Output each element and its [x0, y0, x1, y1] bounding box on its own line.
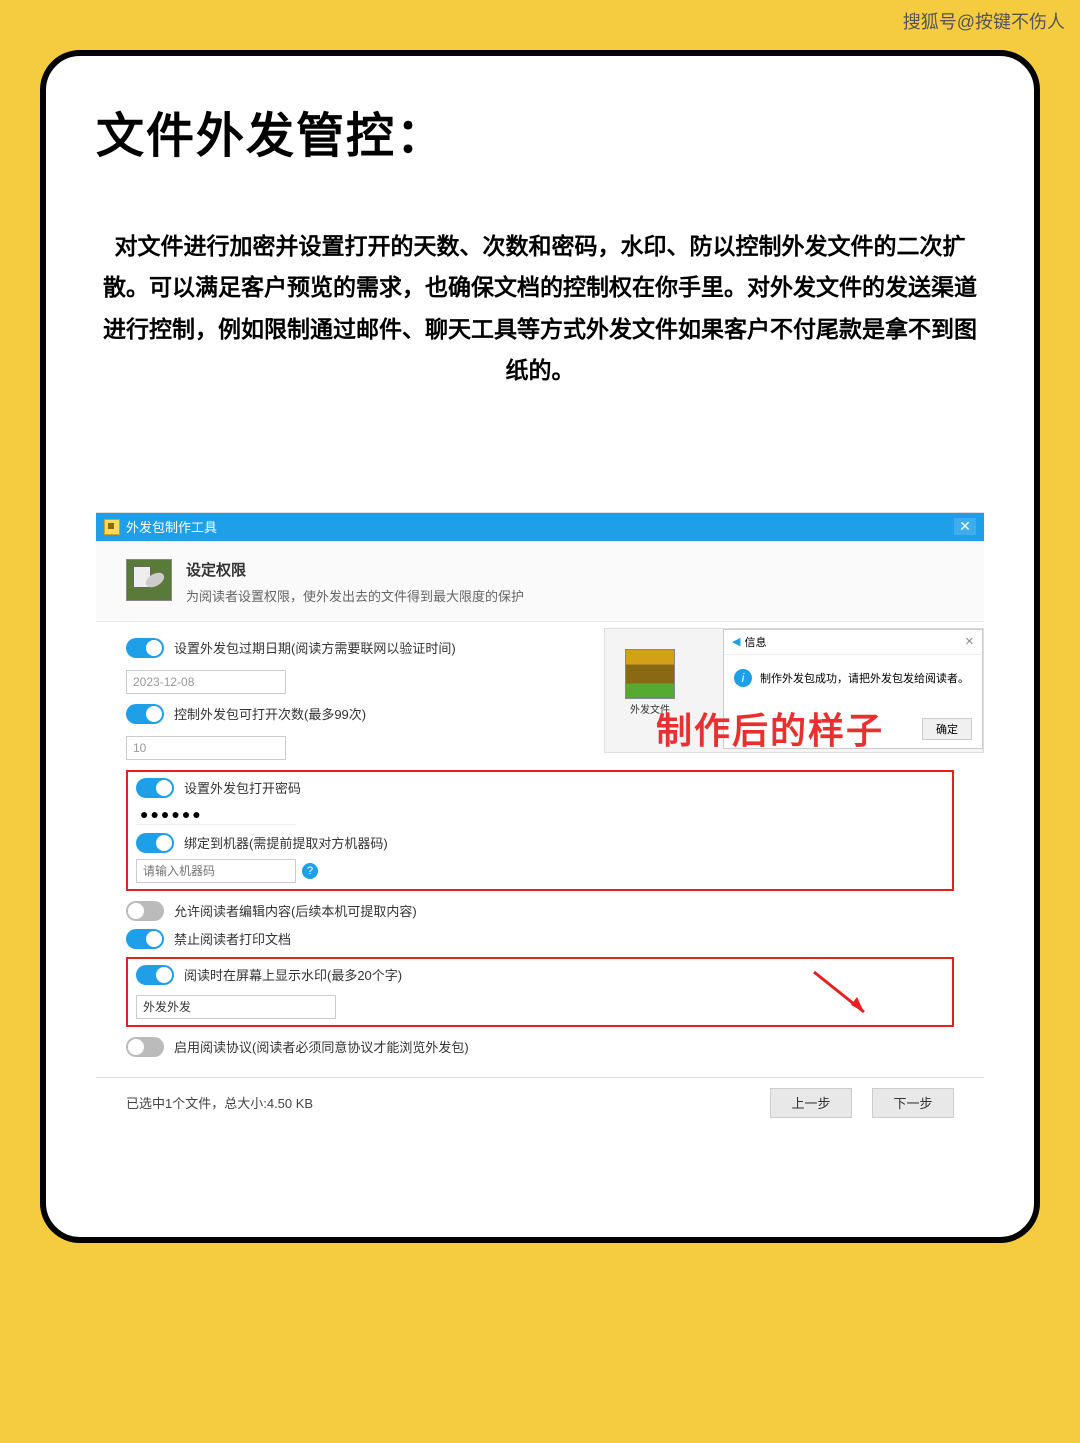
window-title: 外发包制作工具	[126, 517, 217, 536]
input-watermark[interactable]	[136, 995, 336, 1019]
dialog-message: 制作外发包成功，请把外发包发给阅读者。	[760, 670, 969, 686]
dialog-body: i 制作外发包成功，请把外发包发给阅读者。	[724, 655, 982, 701]
overlay-annotation: 制作后的样子	[656, 702, 884, 754]
header-subtitle: 为阅读者设置权限，使外发出去的文件得到最大限度的保护	[186, 586, 954, 605]
toggle-bind-machine[interactable]	[136, 833, 174, 853]
toggle-expire[interactable]	[126, 638, 164, 658]
status-text: 已选中1个文件，总大小:4.50 KB	[126, 1093, 313, 1112]
row-protocol: 启用阅读协议(阅读者必须同意协议才能浏览外发包)	[126, 1037, 954, 1057]
label-expire: 设置外发包过期日期(阅读方需要联网以验证时间)	[174, 638, 456, 657]
row-password: 设置外发包打开密码	[136, 778, 944, 798]
watermark-text: 搜狐号@按键不伤人	[903, 8, 1065, 34]
page-title: 文件外发管控：	[96, 96, 984, 166]
highlight-box-1: 设置外发包打开密码 ●●●●●● 绑定到机器(需提前提取对方机器码) ?	[126, 770, 954, 891]
row-bind-machine: 绑定到机器(需提前提取对方机器码)	[136, 833, 944, 853]
dialog-title: 信息	[744, 634, 766, 650]
next-button[interactable]: 下一步	[872, 1088, 954, 1118]
label-bind-machine: 绑定到机器(需提前提取对方机器码)	[184, 833, 388, 852]
form-area: 设置外发包过期日期(阅读方需要联网以验证时间) 控制外发包可打开次数(最多99次…	[96, 622, 984, 1077]
header-section: 设定权限 为阅读者设置权限，使外发出去的文件得到最大限度的保护	[96, 541, 984, 622]
label-protocol: 启用阅读协议(阅读者必须同意协议才能浏览外发包)	[174, 1037, 469, 1056]
toggle-no-print[interactable]	[126, 929, 164, 949]
toggle-open-times[interactable]	[126, 704, 164, 724]
app-icon	[104, 519, 120, 535]
label-open-times: 控制外发包可打开次数(最多99次)	[174, 704, 366, 723]
row-allow-edit: 允许阅读者编辑内容(后续本机可提取内容)	[126, 901, 954, 921]
main-card: 文件外发管控： 对文件进行加密并设置打开的天数、次数和密码，水印、防以控制外发文…	[40, 50, 1040, 1243]
prev-button[interactable]: 上一步	[770, 1088, 852, 1118]
archive-icon	[625, 649, 675, 699]
dialog-close-icon[interactable]: ✕	[965, 635, 974, 648]
toggle-protocol[interactable]	[126, 1037, 164, 1057]
close-icon[interactable]: ✕	[954, 518, 976, 535]
description-text: 对文件进行加密并设置打开的天数、次数和密码，水印、防以控制外发文件的二次扩散。可…	[96, 226, 984, 392]
dialog-header: ◀ 信息 ✕	[724, 630, 982, 655]
info-icon: i	[734, 669, 752, 687]
row-no-print: 禁止阅读者打印文档	[126, 929, 954, 949]
header-title: 设定权限	[186, 559, 954, 580]
label-no-print: 禁止阅读者打印文档	[174, 929, 291, 948]
toggle-password[interactable]	[136, 778, 174, 798]
label-password: 设置外发包打开密码	[184, 778, 301, 797]
send-icon: ◀	[732, 635, 740, 648]
input-open-times[interactable]	[126, 736, 286, 760]
arrow-icon	[809, 967, 879, 1027]
title-bar: 外发包制作工具 ✕	[96, 513, 984, 541]
input-expire-date[interactable]	[126, 670, 286, 694]
toggle-allow-edit[interactable]	[126, 901, 164, 921]
input-password[interactable]: ●●●●●●	[136, 804, 296, 825]
help-icon[interactable]: ?	[302, 863, 318, 879]
label-allow-edit: 允许阅读者编辑内容(后续本机可提取内容)	[174, 901, 417, 920]
status-bar: 已选中1个文件，总大小:4.50 KB 上一步 下一步	[96, 1077, 984, 1128]
dialog-ok-button[interactable]: 确定	[922, 718, 972, 740]
permission-icon	[126, 559, 172, 601]
input-machine-code[interactable]	[136, 859, 296, 883]
app-window: 外发包制作工具 ✕ 设定权限 为阅读者设置权限，使外发出去的文件得到最大限度的保…	[96, 512, 984, 1128]
toggle-watermark[interactable]	[136, 965, 174, 985]
label-watermark: 阅读时在屏幕上显示水印(最多20个字)	[184, 965, 402, 984]
